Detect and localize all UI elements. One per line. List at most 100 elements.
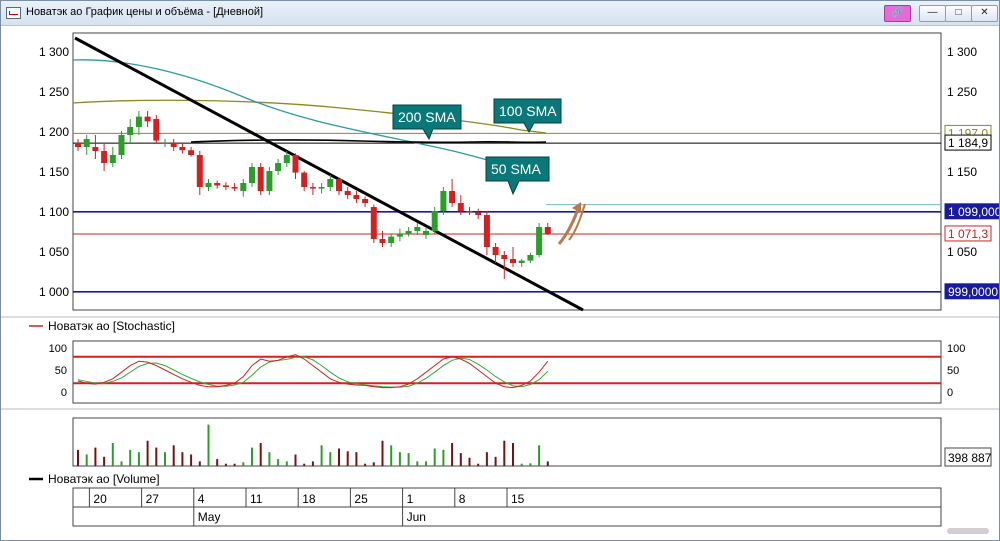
candle-body <box>214 183 221 186</box>
y-tick-left: 1 050 <box>39 245 69 259</box>
volume-bar <box>442 449 445 466</box>
stoch-tick-right: 100 <box>947 343 965 355</box>
candle-body <box>457 203 464 211</box>
candle-body <box>440 191 447 211</box>
volume-bar <box>390 445 393 466</box>
level-price-labels: 1 197,01 184,91 099,0001 071,3999,0000 <box>944 124 999 300</box>
candle-body <box>109 155 116 163</box>
volume-bar <box>433 448 436 466</box>
candle-body <box>118 135 125 155</box>
level-price-label: 1 099,000 <box>948 205 999 219</box>
level-price-label: 999,0000 <box>948 285 998 299</box>
pin-icon[interactable]: 🔗 <box>884 5 911 22</box>
date-label: 20 <box>93 492 107 506</box>
minimize-button[interactable]: — <box>919 5 946 22</box>
volume-bar <box>529 463 532 466</box>
volume-bar <box>277 459 280 466</box>
candle-body <box>275 163 282 171</box>
candle-body <box>188 150 195 155</box>
volume-bar <box>338 448 340 466</box>
candle-body <box>101 151 108 163</box>
volume-bar <box>372 462 375 466</box>
candle-body <box>144 116 151 122</box>
stoch-tick-left: 50 <box>55 365 67 377</box>
candle-body <box>249 167 255 183</box>
candle-body <box>544 227 551 235</box>
candle-body <box>266 171 273 191</box>
candle-body <box>518 260 525 263</box>
month-label: May <box>198 510 221 524</box>
volume-bar <box>268 452 271 466</box>
candle-body <box>449 191 456 203</box>
volume-bar <box>477 463 480 466</box>
stochastic-y-axis-right: 100 50 0 <box>947 343 965 399</box>
stochastic-plot-frame <box>72 340 942 404</box>
volume-bar <box>242 462 245 466</box>
candle-body <box>170 143 177 147</box>
volume-legend: Новатэк ао [Volume] <box>48 472 160 486</box>
candle-body <box>283 155 290 163</box>
title-bar[interactable]: Новатэк ао График цены и объёма - [Дневн… <box>1 1 999 26</box>
volume-bar <box>198 461 201 466</box>
volume-bar <box>381 440 384 466</box>
volume-bar <box>120 461 123 466</box>
date-label: 27 <box>146 492 160 506</box>
candle-body <box>379 239 386 243</box>
volume-bar <box>503 440 506 466</box>
candle-body <box>388 236 395 243</box>
y-tick-right: 1 150 <box>947 165 977 179</box>
candle-body <box>475 212 482 215</box>
close-button[interactable]: ✕ <box>971 5 998 22</box>
stoch-tick-left: 100 <box>49 343 67 355</box>
y-tick-left: 1 100 <box>39 205 69 219</box>
callout-100-sma-text: 100 SMA <box>499 103 557 119</box>
volume-bar <box>294 454 297 466</box>
volume-bar <box>485 452 488 466</box>
volume-bar <box>155 447 158 466</box>
stoch-tick-left: 0 <box>61 387 67 399</box>
y-tick-left: 1 000 <box>39 285 69 299</box>
candle-body <box>292 155 299 173</box>
volume-bar <box>137 452 140 466</box>
volume-bar <box>285 461 288 466</box>
chart-app-icon <box>6 7 21 19</box>
candle-body <box>405 231 412 234</box>
volume-bar <box>329 452 332 466</box>
volume-bar <box>355 452 358 466</box>
candle-body <box>536 227 543 255</box>
volume-bar <box>320 445 323 466</box>
candle-body <box>231 187 238 189</box>
month-label: Jun <box>407 510 426 524</box>
volume-bar <box>190 454 193 466</box>
volume-bar <box>85 454 88 466</box>
volume-bar <box>111 443 114 466</box>
level-price-label: 1 071,3 <box>948 227 988 241</box>
candle-body <box>423 231 429 235</box>
maximize-button[interactable]: □ <box>945 5 972 22</box>
candle-body <box>466 211 473 213</box>
volume-bar <box>181 452 184 466</box>
candle-body <box>414 227 421 231</box>
candle-body <box>179 147 186 151</box>
volume-bar <box>103 456 106 466</box>
volume-bar <box>398 452 401 466</box>
price-volume-chart: 200 SMA 100 SMA 50 SMA 1 300 1 250 1 200… <box>1 32 999 534</box>
volume-bar <box>207 424 210 466</box>
candle-body <box>196 155 203 187</box>
y-tick-left: 1 300 <box>39 45 69 59</box>
stoch-tick-right: 0 <box>947 387 953 399</box>
candle-body <box>370 207 377 239</box>
candle-body <box>135 116 142 127</box>
volume-bar <box>407 453 410 466</box>
candle-body <box>492 247 499 255</box>
volume-bar <box>546 461 549 466</box>
y-tick-right: 1 300 <box>947 45 977 59</box>
candle-body <box>431 211 438 231</box>
volume-bar <box>77 449 79 466</box>
candle-body <box>240 183 247 191</box>
candle-body <box>362 199 369 203</box>
candle-body <box>396 233 403 237</box>
horizontal-scrollbar[interactable] <box>947 528 989 534</box>
level-price-label: 1 184,9 <box>948 136 988 150</box>
callout-200-sma-text: 200 SMA <box>398 109 456 125</box>
